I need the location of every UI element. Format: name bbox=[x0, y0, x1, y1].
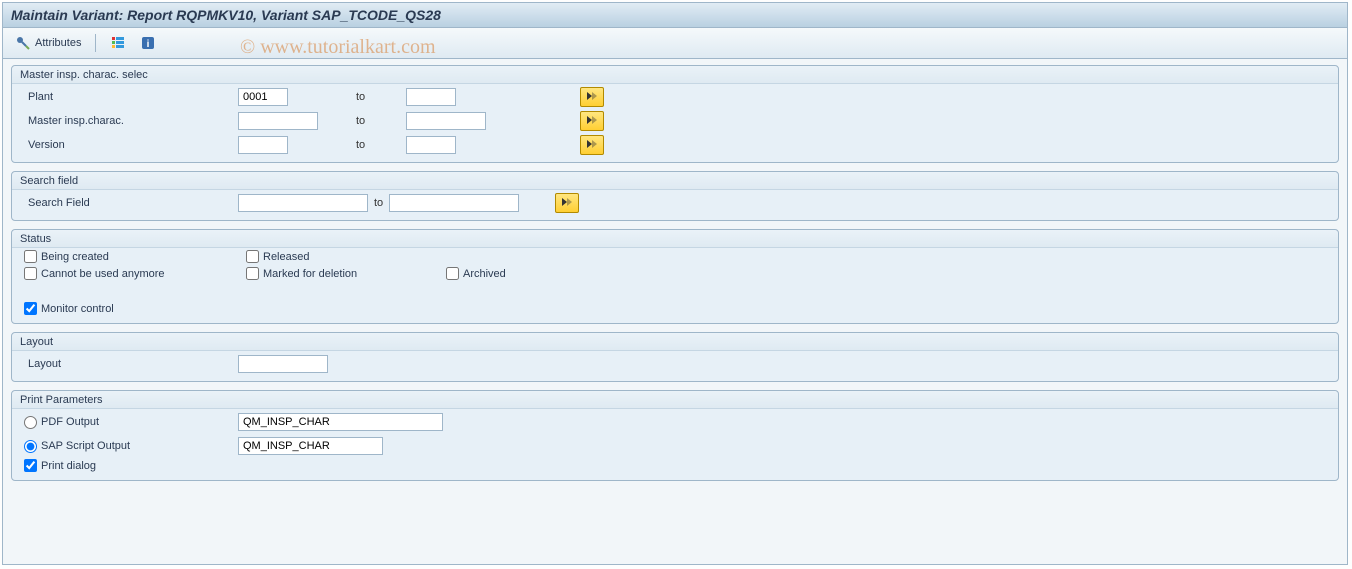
checkbox-marked-delete[interactable]: Marked for deletion bbox=[246, 267, 436, 280]
row-mic: Master insp.charac. to bbox=[12, 108, 1338, 132]
checkbox-archived-label: Archived bbox=[463, 268, 506, 280]
label-mic: Master insp.charac. bbox=[24, 115, 238, 127]
label-version: Version bbox=[24, 139, 238, 151]
checkbox-archived-input[interactable] bbox=[446, 267, 459, 280]
label-search: Search Field bbox=[24, 197, 238, 209]
content-area: Master insp. charac. selec Plant to Mast… bbox=[3, 59, 1347, 495]
input-version-from[interactable] bbox=[238, 136, 288, 154]
group-master-insp: Master insp. charac. selec Plant to Mast… bbox=[11, 65, 1339, 163]
multiple-selection-icon bbox=[561, 197, 573, 210]
checkbox-print-dialog-input[interactable] bbox=[24, 459, 37, 472]
checkbox-being-created[interactable]: Being created bbox=[24, 250, 236, 263]
more-button-plant[interactable] bbox=[580, 87, 604, 107]
label-plant-to: to bbox=[288, 91, 406, 103]
page-title: Maintain Variant: Report RQPMKV10, Varia… bbox=[11, 7, 441, 23]
checkbox-cannot-be-used-input[interactable] bbox=[24, 267, 37, 280]
row-plant: Plant to bbox=[12, 84, 1338, 108]
checkbox-monitor-input[interactable] bbox=[24, 302, 37, 315]
input-version-to[interactable] bbox=[406, 136, 456, 154]
row-script: SAP Script Output bbox=[12, 433, 1338, 457]
input-search-to[interactable] bbox=[389, 194, 519, 212]
checkbox-print-dialog-label: Print dialog bbox=[41, 460, 96, 472]
multiple-selection-icon bbox=[586, 139, 598, 152]
radio-pdf-label: PDF Output bbox=[41, 416, 99, 428]
checkbox-marked-delete-input[interactable] bbox=[246, 267, 259, 280]
group-title-status: Status bbox=[12, 230, 1338, 248]
group-layout: Layout Layout bbox=[11, 332, 1339, 382]
group-title-print: Print Parameters bbox=[12, 391, 1338, 409]
row-pdf: PDF Output bbox=[12, 409, 1338, 433]
checkbox-print-dialog[interactable]: Print dialog bbox=[24, 459, 224, 472]
row-layout: Layout bbox=[12, 351, 1338, 375]
toolbar-separator bbox=[95, 34, 96, 52]
row-search: Search Field to bbox=[12, 190, 1338, 214]
title-bar: Maintain Variant: Report RQPMKV10, Varia… bbox=[3, 3, 1347, 28]
group-search: Search field Search Field to bbox=[11, 171, 1339, 221]
more-button-version[interactable] bbox=[580, 135, 604, 155]
input-layout[interactable] bbox=[238, 355, 328, 373]
checkbox-released-input[interactable] bbox=[246, 250, 259, 263]
label-version-to: to bbox=[288, 139, 406, 151]
status-row-monitor: Monitor control bbox=[12, 300, 1338, 317]
input-search-from[interactable] bbox=[238, 194, 368, 212]
checkbox-cannot-be-used-label: Cannot be used anymore bbox=[41, 268, 165, 280]
radio-script[interactable]: SAP Script Output bbox=[24, 440, 238, 453]
attributes-icon bbox=[15, 35, 31, 51]
checkbox-monitor[interactable]: Monitor control bbox=[24, 302, 224, 315]
app-window: © www.tutorialkart.com Maintain Variant:… bbox=[2, 2, 1348, 565]
attributes-button[interactable]: Attributes bbox=[11, 34, 85, 52]
group-title-layout: Layout bbox=[12, 333, 1338, 351]
checkbox-archived[interactable]: Archived bbox=[446, 267, 646, 280]
toolbar-icon-button-1[interactable] bbox=[106, 34, 130, 52]
attributes-label: Attributes bbox=[35, 37, 81, 49]
input-mic-from[interactable] bbox=[238, 112, 318, 130]
info-icon: i bbox=[140, 35, 156, 51]
status-row-1: Being created Released bbox=[12, 248, 1338, 265]
group-status: Status Being created Released Cannot be … bbox=[11, 229, 1339, 324]
more-button-search[interactable] bbox=[555, 193, 579, 213]
group-print: Print Parameters PDF Output SAP Script O… bbox=[11, 390, 1339, 481]
input-script-value[interactable] bbox=[238, 437, 383, 455]
radio-pdf-input[interactable] bbox=[24, 416, 37, 429]
label-plant: Plant bbox=[24, 91, 238, 103]
checkbox-released[interactable]: Released bbox=[246, 250, 446, 263]
label-layout: Layout bbox=[24, 358, 238, 370]
group-title-master: Master insp. charac. selec bbox=[12, 66, 1338, 84]
checkbox-released-label: Released bbox=[263, 251, 309, 263]
input-mic-to[interactable] bbox=[406, 112, 486, 130]
checkbox-cannot-be-used[interactable]: Cannot be used anymore bbox=[24, 267, 236, 280]
row-print-dialog: Print dialog bbox=[12, 457, 1338, 474]
checkbox-being-created-input[interactable] bbox=[24, 250, 37, 263]
toolbar-icon-button-2[interactable]: i bbox=[136, 34, 160, 52]
label-mic-to: to bbox=[318, 115, 406, 127]
radio-script-label: SAP Script Output bbox=[41, 440, 130, 452]
status-row-2: Cannot be used anymore Marked for deleti… bbox=[12, 265, 1338, 282]
radio-pdf[interactable]: PDF Output bbox=[24, 416, 238, 429]
checkbox-marked-delete-label: Marked for deletion bbox=[263, 268, 357, 280]
list-icon bbox=[110, 35, 126, 51]
row-version: Version to bbox=[12, 132, 1338, 156]
input-plant-from[interactable] bbox=[238, 88, 288, 106]
more-button-mic[interactable] bbox=[580, 111, 604, 131]
multiple-selection-icon bbox=[586, 115, 598, 128]
group-title-search: Search field bbox=[12, 172, 1338, 190]
input-plant-to[interactable] bbox=[406, 88, 456, 106]
radio-script-input[interactable] bbox=[24, 440, 37, 453]
checkbox-monitor-label: Monitor control bbox=[41, 303, 114, 315]
multiple-selection-icon bbox=[586, 91, 598, 104]
toolbar: Attributes i bbox=[3, 28, 1347, 59]
input-pdf-value[interactable] bbox=[238, 413, 443, 431]
label-search-to: to bbox=[368, 197, 389, 209]
checkbox-being-created-label: Being created bbox=[41, 251, 109, 263]
svg-text:i: i bbox=[147, 39, 150, 50]
